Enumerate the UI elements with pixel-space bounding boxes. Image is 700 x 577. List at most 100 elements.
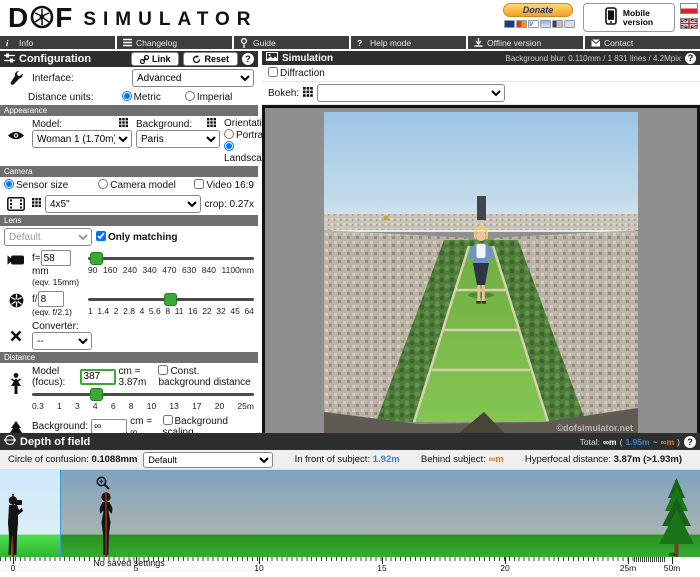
focal-ticks: 901602403404706308401100mm [88, 265, 254, 275]
background-tree[interactable] [658, 478, 695, 557]
focal-prefix: f= [32, 253, 41, 264]
camcorder-icon [4, 254, 28, 266]
logo-letter-f: F [55, 2, 73, 34]
focal-tick-label: 240 [123, 265, 137, 275]
bokeh-grid-icon[interactable] [303, 87, 313, 100]
simulation-photo [324, 112, 638, 439]
diffraction-checkbox[interactable]: Diffraction [268, 67, 325, 79]
link-button[interactable]: Link [131, 52, 180, 66]
focal-length-slider[interactable] [88, 252, 254, 265]
lens-select[interactable]: Default [4, 228, 92, 246]
photographer-silhouette [1, 496, 25, 557]
const-bg-distance-checkbox[interactable]: Const. background distance [158, 365, 254, 388]
nav-help-mode[interactable]: ? Help mode [351, 36, 466, 49]
focal-length-input[interactable] [41, 250, 71, 266]
dof-help-button[interactable]: ? [684, 436, 696, 448]
background-label: Background: [136, 119, 192, 130]
depth-of-field-panel: Depth of field Total: ∞m (1.95m ~ ∞m) ? … [0, 433, 700, 574]
aperture-icon [4, 293, 28, 308]
aperture-tick-label: 22 [202, 306, 211, 316]
pin-icon [240, 38, 249, 48]
crop-factor-value: crop: 0.27x [205, 199, 254, 210]
interface-select[interactable]: Advanced [132, 69, 254, 87]
uk-flag-icon[interactable] [680, 18, 698, 29]
model-focus-suffix: cm = 3.87m [119, 366, 156, 388]
aperture-ticks: 11.422.845.68111622324564 [88, 306, 254, 316]
svg-text:V: V [529, 22, 534, 27]
nav-offline-version[interactable]: Offline version [468, 36, 583, 49]
background-grid-icon[interactable] [207, 118, 216, 130]
only-matching-checkbox[interactable]: Only matching [96, 231, 177, 243]
appearance-section-header: Appearance [0, 105, 258, 116]
nav-contact[interactable]: Contact [585, 36, 700, 49]
simulation-viewport[interactable]: ©dofsimulator.net [262, 105, 700, 442]
eye-icon [4, 130, 28, 141]
simulation-panel: Simulation Background blur: 0.110mm / 1 … [262, 51, 700, 442]
focal-equivalent: (eqv. 15mm) [32, 277, 84, 287]
bokeh-select[interactable] [317, 84, 505, 102]
distance-tick-label: 0.3 [32, 401, 44, 411]
distance-tick-label: 6 [111, 401, 116, 411]
sensor-size-radio[interactable]: Sensor size [4, 179, 68, 191]
background-select[interactable]: Paris [136, 130, 220, 148]
aperture-slider[interactable] [88, 293, 254, 306]
reset-button[interactable]: Reset [183, 52, 238, 66]
model-select[interactable]: Woman 1 (1.70m) [32, 130, 132, 148]
coc-label: Circle of confusion: [8, 454, 89, 465]
distance-tick-label: 13 [169, 401, 178, 411]
language-switcher [680, 3, 698, 29]
distance-tick-label: 1 [57, 401, 62, 411]
configuration-help-button[interactable]: ? [242, 53, 254, 65]
list-icon [123, 38, 132, 47]
coc-value: 0.1088mm [91, 454, 137, 465]
front-label: In front of subject: [295, 454, 371, 465]
simulation-help-button[interactable]: ? [685, 53, 696, 64]
aperture-tick-label: 2 [114, 306, 119, 316]
info-icon: i [6, 38, 15, 48]
mobile-version-button[interactable]: Mobileversion [583, 3, 675, 32]
focal-unit: mm [32, 266, 84, 277]
dof-near-limit-line [60, 470, 61, 557]
coc-select[interactable]: Default [143, 452, 273, 468]
converter-label: Converter: [32, 321, 92, 332]
focus-range-icon [4, 434, 16, 449]
nav-info[interactable]: i Info [0, 36, 115, 49]
ruler-hatch-region [634, 557, 666, 562]
aperture-tick-label: 1.4 [97, 306, 109, 316]
sensor-grid-icon[interactable] [32, 198, 41, 210]
model-distance-ticks: 0.3134681013172025m [32, 401, 254, 411]
model-focus-input[interactable] [80, 369, 116, 385]
behind-value: ∞m [488, 454, 503, 465]
sensor-size-select[interactable]: 4x5" [45, 195, 201, 213]
camera-model-radio[interactable]: Camera model [98, 179, 176, 191]
imperial-radio[interactable]: Imperial [185, 91, 233, 103]
magnifier-icon[interactable] [96, 476, 110, 490]
ruler-label: 10 [254, 563, 263, 573]
model-distance-slider[interactable] [32, 388, 254, 401]
distance-tick-label: 17 [192, 401, 201, 411]
nav-guide[interactable]: Guide [234, 36, 349, 49]
dof-scene[interactable]: ∞ 0 5 10 15 20 25m 50m [0, 470, 700, 574]
nav-changelog[interactable]: Changelog [117, 36, 232, 49]
distance-tick-label: 10 [147, 401, 156, 411]
distance-tick-label: 20 [215, 401, 224, 411]
wrench-icon [4, 70, 28, 86]
model-focus-line [105, 492, 107, 557]
focal-tick-label: 470 [162, 265, 176, 275]
polish-flag-icon[interactable] [680, 3, 698, 14]
model-distance-handle[interactable] [90, 388, 103, 401]
aperture-tick-label: 11 [175, 306, 184, 316]
aperture-slider-handle[interactable] [164, 293, 177, 306]
watermark: ©dofsimulator.net [556, 423, 633, 433]
metric-radio[interactable]: Metric [122, 91, 161, 103]
aperture-input[interactable] [38, 291, 64, 307]
converter-select[interactable]: -- [32, 332, 92, 350]
focal-slider-handle[interactable] [90, 252, 103, 265]
donate-button[interactable]: Donate [503, 3, 573, 17]
background-distance-label: Background: [32, 421, 88, 432]
ruler-labels: 0 5 10 15 20 25m 50m [0, 563, 700, 574]
simulation-title: Simulation [282, 53, 333, 64]
aperture-tick-label: 1 [88, 306, 93, 316]
video-169-checkbox[interactable]: Video 16:9 [194, 179, 254, 191]
model-grid-icon[interactable] [119, 118, 128, 130]
